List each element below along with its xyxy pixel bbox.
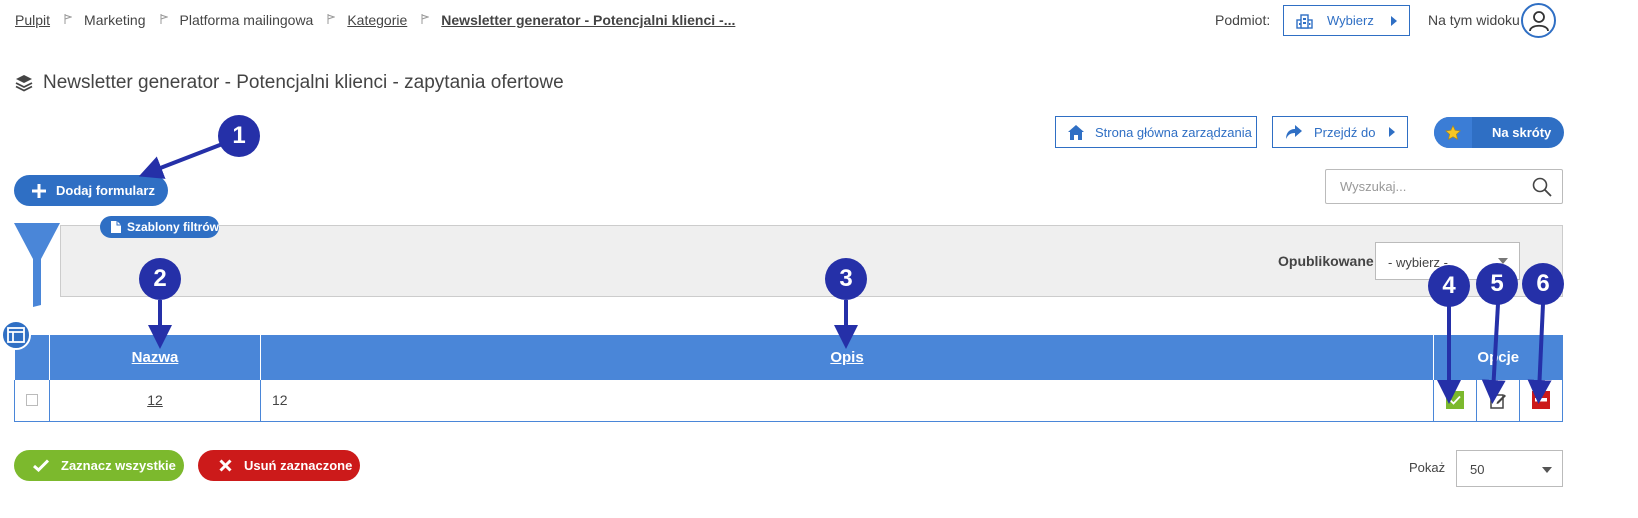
row-checkbox[interactable] <box>26 394 38 407</box>
breadcrumb-current[interactable]: Newsletter generator - Potencjalni klien… <box>441 12 735 28</box>
page-title-text: Newsletter generator - Potencjalni klien… <box>43 72 564 93</box>
flag-icon <box>160 14 168 24</box>
document-icon <box>111 221 121 233</box>
page-title: Newsletter generator - Potencjalni klien… <box>15 72 564 94</box>
subject-select-label: Wybierz <box>1327 13 1374 28</box>
header-name[interactable]: Nazwa <box>49 335 261 380</box>
subject-select-button[interactable]: Wybierz <box>1283 5 1410 36</box>
callout-badge-5: 5 <box>1476 263 1518 305</box>
user-icon <box>1528 10 1550 32</box>
close-icon <box>219 459 232 472</box>
caret-right-icon <box>1391 15 1397 26</box>
publish-cell <box>1433 380 1477 422</box>
chevron-down-icon <box>1542 467 1552 473</box>
flag-icon <box>327 14 336 24</box>
subject-label: Podmiot: <box>1215 12 1271 28</box>
share-arrow-icon <box>1286 125 1302 139</box>
caret-right-icon <box>1389 127 1395 137</box>
search-icon[interactable] <box>1532 177 1552 200</box>
flag-icon <box>421 14 430 24</box>
published-filter-label: Opublikowane <box>1278 253 1374 269</box>
check-icon[interactable] <box>1446 391 1464 410</box>
edit-cell <box>1476 380 1520 422</box>
check-icon <box>33 459 49 472</box>
management-home-button[interactable]: Strona główna zarządzania <box>1055 116 1257 148</box>
page-size-label: Pokaż <box>1409 460 1446 475</box>
management-home-label: Strona główna zarządzania <box>1095 124 1252 140</box>
shortcuts-button[interactable]: Na skróty <box>1434 117 1564 148</box>
callout-badge-6: 6 <box>1522 263 1564 305</box>
table-row: 12 12 <box>14 380 1563 422</box>
row-select-cell <box>14 380 50 422</box>
page-size-value: 50 <box>1470 462 1485 477</box>
callout-badge-4: 4 <box>1428 265 1470 307</box>
add-form-button[interactable]: Dodaj formularz <box>14 175 168 206</box>
flag-icon <box>64 14 73 24</box>
callout-1-arrow <box>138 141 226 179</box>
breadcrumb-categories[interactable]: Kategorie <box>347 12 407 28</box>
building-icon <box>1296 13 1313 29</box>
avatar[interactable] <box>1521 3 1556 38</box>
table-layout-icon[interactable] <box>1 320 31 350</box>
plus-icon <box>32 183 46 198</box>
row-description: 12 <box>260 380 1434 422</box>
breadcrumb-mailing-platform: Platforma mailingowa <box>179 12 314 28</box>
delete-cell <box>1519 380 1563 422</box>
select-all-button[interactable]: Zaznacz wszystkie <box>14 450 184 481</box>
page-size-select[interactable]: 50 <box>1456 450 1563 487</box>
shortcuts-label: Na skróty <box>1492 125 1552 140</box>
table-header-row: Nazwa Opis Opcje <box>14 335 1563 380</box>
callout-badge-1: 1 <box>218 115 260 157</box>
filter-templates-label: Szablony filtrów <box>127 220 220 234</box>
search-input[interactable] <box>1326 170 1516 203</box>
row-name[interactable]: 12 <box>49 380 261 422</box>
layers-icon <box>15 74 33 92</box>
breadcrumb: Pulpit Marketing Platforma mailingowa Ka… <box>15 12 735 28</box>
goto-button[interactable]: Przejdź do <box>1272 116 1408 148</box>
header-description[interactable]: Opis <box>260 335 1434 380</box>
breadcrumb-marketing: Marketing <box>84 12 146 28</box>
filter-templates-button[interactable]: Szablony filtrów <box>100 216 219 238</box>
star-icon <box>1434 117 1472 148</box>
home-icon <box>1068 124 1084 140</box>
add-form-label: Dodaj formularz <box>56 183 155 198</box>
delete-selected-label: Usuń zaznaczone <box>244 458 353 473</box>
forms-table: Nazwa Opis Opcje 12 12 <box>14 335 1563 422</box>
minus-icon[interactable] <box>1532 391 1550 410</box>
callout-badge-2: 2 <box>139 258 181 300</box>
breadcrumb-pulpit[interactable]: Pulpit <box>15 12 50 28</box>
select-all-label: Zaznacz wszystkie <box>61 458 176 473</box>
search-box <box>1325 169 1563 204</box>
delete-selected-button[interactable]: Usuń zaznaczone <box>198 450 360 481</box>
edit-icon[interactable] <box>1489 391 1507 409</box>
view-label: Na tym widoku <box>1428 12 1520 28</box>
callout-badge-3: 3 <box>825 258 867 300</box>
funnel-icon[interactable] <box>14 223 60 310</box>
goto-label: Przejdź do <box>1314 124 1376 140</box>
header-options: Opcje <box>1433 335 1563 380</box>
